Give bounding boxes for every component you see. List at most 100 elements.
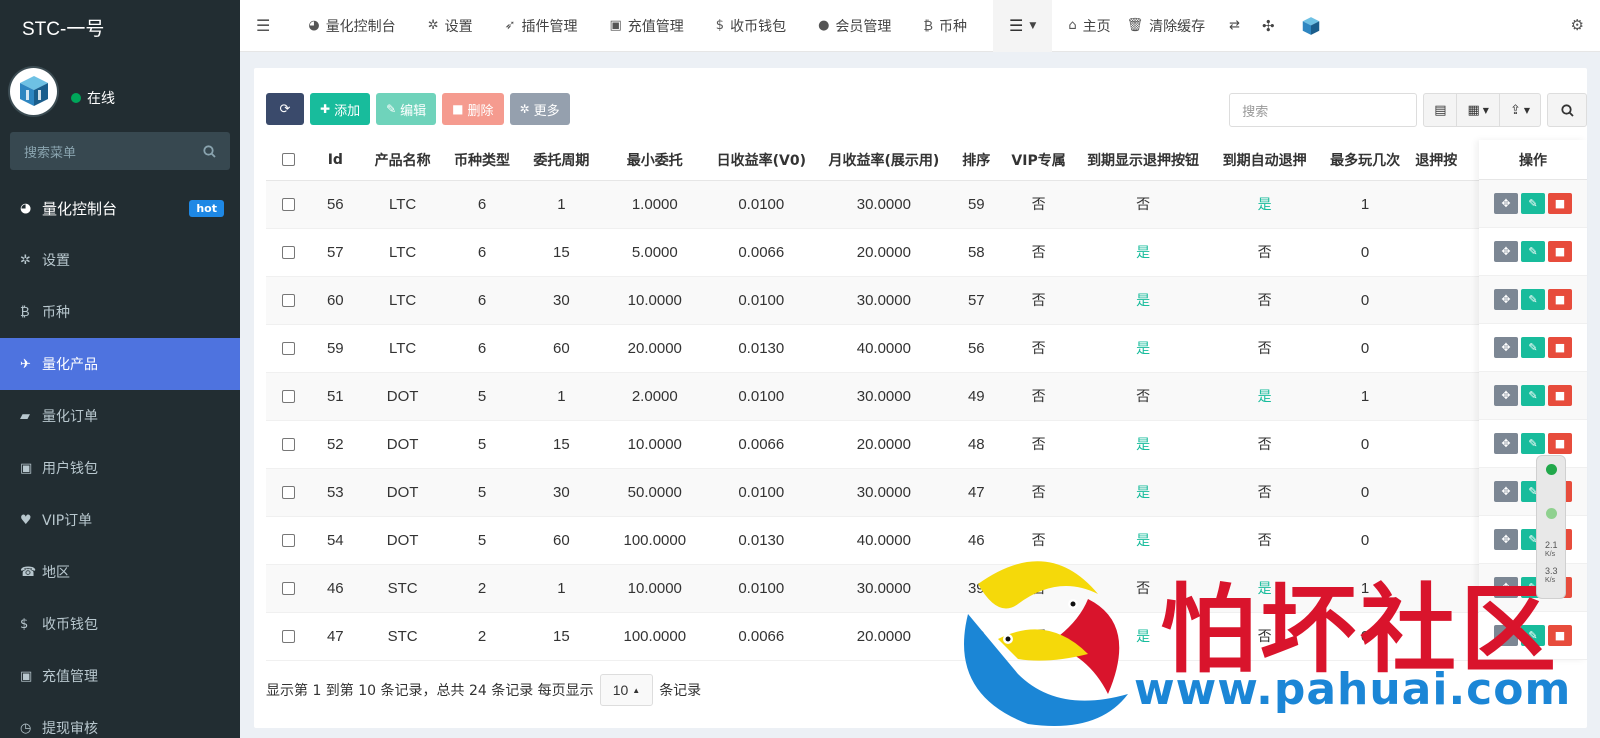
drag-button[interactable]: ✥ bbox=[1494, 193, 1518, 214]
clear-cache-button[interactable]: 🗑 清除缓存 bbox=[1127, 0, 1222, 52]
sidebar-item[interactable]: ◷ 提现审核 bbox=[0, 702, 240, 738]
col-auto[interactable]: 到期自动退押 bbox=[1210, 140, 1319, 181]
row-checkbox[interactable] bbox=[281, 486, 295, 500]
translate-button[interactable]: ⇄ bbox=[1221, 0, 1248, 52]
drag-button[interactable]: ✥ bbox=[1494, 529, 1518, 550]
search-input[interactable]: 搜索 bbox=[1229, 93, 1418, 127]
table-row[interactable]: 60 LTC 6 30 10.0000 0.0100 30.0000 57 否是否 0 bbox=[266, 276, 1538, 325]
row-checkbox[interactable] bbox=[281, 390, 295, 404]
row-checkbox[interactable] bbox=[281, 294, 295, 308]
sidebar-item[interactable]: ▰ 量化订单 bbox=[0, 390, 240, 442]
row-delete-button[interactable]: ■ bbox=[1548, 625, 1572, 646]
brand-title[interactable]: STC-一号 bbox=[0, 0, 240, 52]
sidebar-item[interactable]: ◕ 量化控制台 hot bbox=[0, 182, 240, 234]
col-name[interactable]: 产品名称 bbox=[360, 140, 445, 181]
col-max[interactable]: 最多玩几次 bbox=[1318, 140, 1412, 181]
edit-button[interactable]: ✎ 编辑 bbox=[376, 93, 437, 125]
row-delete-button[interactable]: ■ bbox=[1548, 385, 1572, 406]
cell-max: 0 bbox=[1318, 276, 1412, 325]
table-row[interactable]: 46 STC 2 1 10.0000 0.0100 30.0000 39 否否是 1 bbox=[266, 564, 1538, 613]
drag-button[interactable]: ✥ bbox=[1494, 577, 1518, 598]
tab-recharge[interactable]: ▣ 充值管理 bbox=[594, 0, 700, 52]
fullscreen-button[interactable]: ✣ bbox=[1248, 0, 1289, 52]
refresh-button[interactable]: ⟳ bbox=[266, 93, 304, 125]
row-checkbox[interactable] bbox=[281, 534, 295, 548]
col-sort[interactable]: 排序 bbox=[951, 140, 1002, 181]
add-button[interactable]: ✚ 添加 bbox=[310, 93, 371, 125]
delete-button[interactable]: ■ 删除 bbox=[442, 93, 504, 125]
row-edit-button[interactable]: ✎ bbox=[1521, 337, 1545, 358]
drag-button[interactable]: ✥ bbox=[1494, 625, 1518, 646]
col-id[interactable]: Id bbox=[310, 140, 361, 181]
row-edit-button[interactable]: ✎ bbox=[1521, 433, 1545, 454]
export-dropdown-button[interactable]: ⇪ ▼ bbox=[1499, 93, 1541, 127]
home-link[interactable]: ⌂ 主页 bbox=[1052, 0, 1126, 52]
col-min[interactable]: 最小委托 bbox=[603, 140, 707, 181]
row-delete-button[interactable]: ■ bbox=[1548, 337, 1572, 358]
row-delete-button[interactable]: ■ bbox=[1548, 433, 1572, 454]
drag-button[interactable]: ✥ bbox=[1494, 385, 1518, 406]
page-size-select[interactable]: 10 ▲ bbox=[599, 674, 654, 706]
tab-dashboard[interactable]: ◕ 量化控制台 bbox=[292, 0, 411, 52]
row-checkbox[interactable] bbox=[281, 342, 295, 356]
sidebar-item[interactable]: ♥ VIP订单 bbox=[0, 494, 240, 546]
drag-button[interactable]: ✥ bbox=[1494, 241, 1518, 262]
row-edit-button[interactable]: ✎ bbox=[1521, 625, 1545, 646]
col-period[interactable]: 委托周期 bbox=[519, 140, 604, 181]
tabs-dropdown-button[interactable]: ☰ ▼ bbox=[993, 0, 1053, 52]
toggle-view-button[interactable]: ▤ bbox=[1423, 93, 1458, 127]
row-checkbox[interactable] bbox=[281, 630, 295, 644]
row-edit-button[interactable]: ✎ bbox=[1521, 241, 1545, 262]
drag-button[interactable]: ✥ bbox=[1494, 481, 1518, 502]
row-delete-button[interactable]: ■ bbox=[1548, 193, 1572, 214]
tab-wallet[interactable]: $ 收币钱包 bbox=[700, 0, 802, 52]
table-row[interactable]: 52 DOT 5 15 10.0000 0.0066 20.0000 48 否是否 0 bbox=[266, 420, 1538, 469]
row-checkbox[interactable] bbox=[281, 198, 295, 212]
row-delete-button[interactable]: ■ bbox=[1548, 289, 1572, 310]
tab-coins[interactable]: ₿ 币种 bbox=[907, 0, 983, 52]
table-row[interactable]: 57 LTC 6 15 5.0000 0.0066 20.0000 58 否是否 0 bbox=[266, 228, 1538, 277]
sidebar-toggle-button[interactable]: ☰ bbox=[240, 0, 292, 52]
settings-gears-button[interactable]: ⚙ bbox=[1571, 16, 1584, 34]
columns-dropdown-button[interactable]: ▦ ▼ bbox=[1457, 93, 1500, 127]
search-button[interactable] bbox=[1547, 93, 1587, 127]
col-daily[interactable]: 日收益率(V0) bbox=[706, 140, 817, 181]
select-all-checkbox[interactable] bbox=[281, 153, 295, 167]
col-show-btn[interactable]: 到期显示退押按钮 bbox=[1075, 140, 1211, 181]
table-row[interactable]: 54 DOT 5 60 100.0000 0.0130 40.0000 46 否是否 0 bbox=[266, 516, 1538, 565]
network-speed-widget[interactable]: 2.1 K/s 3.3 K/s bbox=[1536, 455, 1566, 599]
sidebar-item[interactable]: ✲ 设置 bbox=[0, 234, 240, 286]
plane-icon: ✈ bbox=[20, 356, 31, 372]
row-edit-button[interactable]: ✎ bbox=[1521, 289, 1545, 310]
row-checkbox[interactable] bbox=[281, 246, 295, 260]
row-edit-button[interactable]: ✎ bbox=[1521, 385, 1545, 406]
row-delete-button[interactable]: ■ bbox=[1548, 241, 1572, 262]
col-coin-type[interactable]: 币种类型 bbox=[444, 140, 520, 181]
drag-button[interactable]: ✥ bbox=[1494, 433, 1518, 454]
sidebar-item[interactable]: ☎ 地区 bbox=[0, 546, 240, 598]
tab-members[interactable]: ● 会员管理 bbox=[802, 0, 907, 52]
drag-button[interactable]: ✥ bbox=[1494, 337, 1518, 358]
sidebar-item[interactable]: ✈ 量化产品 bbox=[0, 338, 240, 390]
tab-settings[interactable]: ✲ 设置 bbox=[412, 0, 489, 52]
menu-search-input[interactable]: 搜索菜单 bbox=[10, 132, 230, 170]
col-monthly[interactable]: 月收益率(展示用) bbox=[816, 140, 952, 181]
cell-coin: 5 bbox=[444, 372, 520, 421]
row-checkbox[interactable] bbox=[281, 438, 295, 452]
drag-button[interactable]: ✥ bbox=[1494, 289, 1518, 310]
sidebar-item[interactable]: ₿ 币种 bbox=[0, 286, 240, 338]
table-row[interactable]: 47 STC 2 15 100.0000 0.0066 20.0000 38 否是否 0 bbox=[266, 612, 1538, 661]
row-edit-button[interactable]: ✎ bbox=[1521, 193, 1545, 214]
table-row[interactable]: 51 DOT 5 1 2.0000 0.0100 30.0000 49 否否是 1 bbox=[266, 372, 1538, 421]
table-row[interactable]: 53 DOT 5 30 50.0000 0.0100 30.0000 47 否是否 0 bbox=[266, 468, 1538, 517]
col-vip[interactable]: VIP专属 bbox=[1001, 140, 1076, 181]
sidebar-item[interactable]: ▣ 用户钱包 bbox=[0, 442, 240, 494]
sidebar-item[interactable]: $ 收币钱包 bbox=[0, 598, 240, 650]
front-site-button[interactable] bbox=[1289, 0, 1333, 52]
table-row[interactable]: 59 LTC 6 60 20.0000 0.0130 40.0000 56 否是否 0 bbox=[266, 324, 1538, 373]
table-row[interactable]: 56 LTC 6 1 1.0000 0.0100 30.0000 59 否否是 1 bbox=[266, 180, 1538, 229]
sidebar-item[interactable]: ▣ 充值管理 bbox=[0, 650, 240, 702]
tab-plugins[interactable]: ➶ 插件管理 bbox=[489, 0, 594, 52]
row-checkbox[interactable] bbox=[281, 582, 295, 596]
more-button[interactable]: ✲ 更多 bbox=[509, 93, 570, 125]
